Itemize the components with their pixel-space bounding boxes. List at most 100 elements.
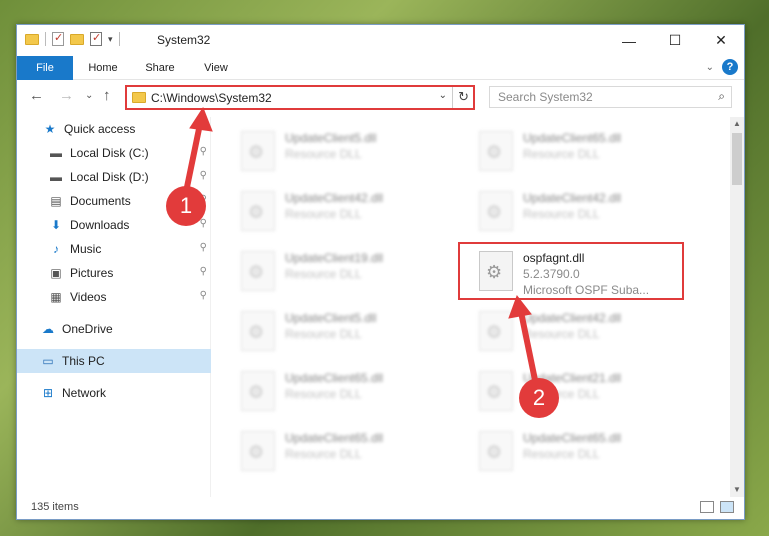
file-item[interactable]: UpdateClient5.dll Resource DLL [217,305,447,357]
file-name: UpdateClient42.dll [523,311,622,325]
file-item[interactable]: UpdateClient65.dll Resource DLL [455,425,685,477]
file-name: UpdateClient65.dll [523,431,622,445]
toolbar-divider [45,32,46,46]
file-name: UpdateClient19.dll [285,251,384,265]
title-bar: ▾ System32 — ☐ ✕ [17,25,744,56]
file-item[interactable]: UpdateClient21.dllResource DLL [455,365,685,417]
sidebar-item-label: This PC [62,354,105,368]
close-button[interactable]: ✕ [698,25,744,56]
pin-icon[interactable]: ⚲ [200,170,207,181]
address-bar[interactable]: C:\Windows\System32 ⌄ ↻ [125,85,475,110]
search-icon[interactable]: ⌕ [718,89,725,104]
customize-icon[interactable] [90,31,102,46]
sidebar-item-label: Pictures [70,266,114,280]
pin-icon[interactable]: ⚲ [200,266,207,277]
address-dropdown-icon[interactable]: ⌄ [439,90,447,101]
tab-view[interactable]: View [193,56,239,80]
file-type: Resource DLL [285,387,362,401]
sidebar-item-label: Videos [70,290,107,304]
computer-icon: ▭ [42,354,54,368]
sidebar-item[interactable]: ▣ Pictures ⚲ [17,261,211,285]
scroll-down-icon[interactable]: ▼ [730,483,744,497]
pictures-icon: ▣ [50,266,62,280]
navigation-pane: ★ Quick access ▬ Local Disk (C:) ⚲ ▬ Local Dis… [17,117,211,497]
network-icon: ⊞ [42,386,54,400]
scroll-thumb[interactable] [732,133,742,185]
file-item[interactable]: UpdateClient65.dll Resource DLL [217,425,447,477]
file-type: Resource DLL [285,327,362,341]
dll-file-icon [479,431,513,471]
back-button[interactable]: ← [29,87,44,104]
file-name: UpdateClient65.dll [523,131,622,145]
large-icons-view-icon[interactable] [720,501,734,513]
file-name: UpdateClient42.dll [285,191,384,205]
customize-dropdown-icon[interactable]: ▾ [108,34,113,45]
file-item[interactable]: UpdateClient5.dll Resource DLL [217,125,447,177]
sidebar-item[interactable]: ♪ Music ⚲ [17,237,211,261]
sidebar-item[interactable]: ▦ Videos ⚲ [17,285,211,309]
tab-file[interactable]: File [17,56,73,80]
step-1-badge: 1 [166,186,206,226]
file-type: Resource DLL [285,207,362,221]
sidebar-item-label: Network [62,386,107,400]
videos-icon: ▦ [50,290,62,304]
expand-ribbon-icon[interactable]: ⌄ [706,62,714,73]
file-list: UpdateClient5.dllResource DLLUpdateClien… [217,117,729,497]
step-2-badge: 2 [519,378,559,418]
up-button[interactable]: ↑ [103,87,111,104]
search-placeholder: Search System32 [498,90,593,104]
status-bar: 135 items [17,497,744,519]
file-item[interactable]: UpdateClient65.dll Resource DLL [217,365,447,417]
file-name: UpdateClient65.dll [285,431,384,445]
sidebar-item[interactable]: ☁ OneDrive [17,317,211,341]
file-item[interactable]: UpdateClient42.dll Resource DLL [455,185,685,237]
sidebar-item-label: Local Disk (D:) [70,170,149,184]
folder-icon[interactable] [25,33,39,45]
file-item[interactable]: UpdateClient42.dll Resource DLL [217,185,447,237]
minimize-button[interactable]: — [606,25,652,56]
address-path[interactable]: C:\Windows\System32 [151,91,272,105]
sidebar-item[interactable]: ▭ This PC [17,349,211,373]
details-view-icon[interactable] [700,501,714,513]
sidebar-item-label: Documents [70,194,131,208]
pin-icon[interactable]: ⚲ [200,146,207,157]
drive-icon: ▬ [50,170,62,184]
sidebar-item-label: Downloads [70,218,130,232]
recent-locations-button[interactable]: ⌄ [85,90,93,101]
dll-file-icon [241,371,275,411]
forward-button[interactable]: → [59,87,74,104]
scroll-up-icon[interactable]: ▲ [730,117,744,131]
pin-icon[interactable]: ⚲ [200,242,207,253]
sidebar-item[interactable]: ⊞ Network [17,381,211,405]
file-type: Resource DLL [523,327,600,341]
toolbar-divider [118,32,120,46]
sidebar-item-label: Music [70,242,102,256]
dll-file-icon [241,431,275,471]
pin-icon[interactable]: ⚲ [200,218,207,229]
file-item[interactable]: UpdateClient42.dll Resource DLL [455,305,685,357]
quick-access-toolbar: ▾ [25,31,120,46]
new-folder-icon[interactable] [70,33,84,45]
pin-icon[interactable]: ⚲ [200,290,207,301]
properties-icon[interactable] [52,31,64,46]
help-icon[interactable]: ? [722,59,738,75]
file-name: UpdateClient5.dll [285,311,377,325]
dll-file-icon [479,131,513,171]
vertical-scrollbar[interactable]: ▲ ▼ [730,117,744,497]
file-item[interactable]: UpdateClient65.dll Resource DLL [455,125,685,177]
tab-share[interactable]: Share [135,56,185,80]
dll-file-icon [241,311,275,351]
tab-home[interactable]: Home [79,56,127,80]
target-file-highlight [458,242,684,300]
folder-icon [132,92,146,103]
window-title: System32 [157,33,211,47]
sidebar-item[interactable]: ★ Quick access [17,117,211,141]
search-input[interactable]: Search System32 ⌕ [489,86,732,108]
sidebar-item[interactable]: ▬ Local Disk (C:) ⚲ [17,141,211,165]
star-icon: ★ [44,122,56,136]
sidebar-item-label: Quick access [64,122,136,136]
refresh-icon[interactable]: ↻ [458,89,469,105]
file-type: Resource DLL [285,147,362,161]
file-item[interactable]: UpdateClient19.dll Resource DLL [217,245,447,297]
maximize-button[interactable]: ☐ [652,25,698,56]
